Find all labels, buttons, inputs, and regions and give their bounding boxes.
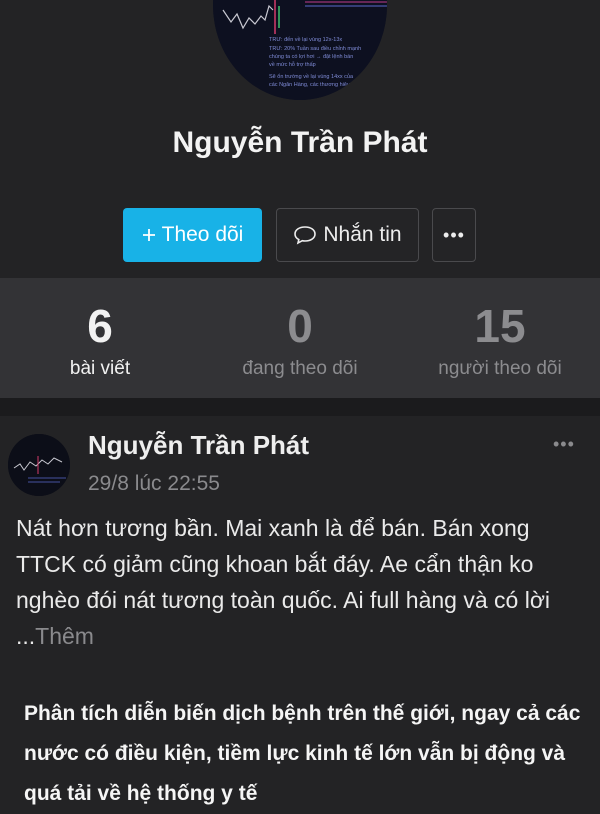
profile-avatar[interactable]: TRƯ: đến về lại vùng 12x-13x TRƯ: 20% Tu… xyxy=(213,0,387,100)
avatar-text-line: Sẽ ổn trường về lại vùng 14xx của xyxy=(269,73,354,80)
post-text: Nát hơn tương bần. Mai xanh là để bán. B… xyxy=(16,515,551,649)
avatar-text-line: các Ngân Hàng, các thương hiệu xyxy=(269,82,350,88)
section-divider xyxy=(0,398,600,416)
avatar-chart-image: TRƯ: đến về lại vùng 12x-13x TRƯ: 20% Tu… xyxy=(213,0,387,100)
post-more-options-button[interactable]: ••• xyxy=(553,434,575,455)
post-avatar-chart-image xyxy=(8,434,70,496)
message-button[interactable]: Nhắn tin xyxy=(276,208,419,262)
profile-stats: 6 bài viết 0 đang theo dõi 15 người theo… xyxy=(0,278,600,398)
avatar-text-line: TRƯ: 20% Tuần sau điều chỉnh mạnh xyxy=(269,45,361,52)
ellipsis-icon: ••• xyxy=(443,224,465,245)
stat-following[interactable]: 0 đang theo dõi xyxy=(200,278,400,398)
post-author-avatar[interactable] xyxy=(8,434,70,496)
more-options-button[interactable]: ••• xyxy=(432,208,476,262)
stat-followers-value: 15 xyxy=(474,300,526,352)
message-button-label: Nhắn tin xyxy=(323,223,402,246)
profile-header: TRƯ: đến về lại vùng 12x-13x TRƯ: 20% Tu… xyxy=(0,0,600,278)
see-more-link[interactable]: Thêm xyxy=(35,623,94,649)
plus-icon xyxy=(142,228,156,242)
stat-following-value: 0 xyxy=(287,300,313,352)
post-image-caption: Phân tích diễn biến dịch bệnh trên thế g… xyxy=(24,702,581,805)
follow-button-label: Theo dõi xyxy=(161,223,244,246)
post-body-text: Nát hơn tương bần. Mai xanh là để bán. B… xyxy=(16,510,588,654)
post-timestamp: 29/8 lúc 22:55 xyxy=(88,472,220,495)
stat-posts-value: 6 xyxy=(87,300,113,352)
stat-followers[interactable]: 15 người theo dõi xyxy=(400,278,600,398)
avatar-text-line: chúng ta có lợi hơi → đặt lệnh bán xyxy=(269,54,353,60)
avatar-text-line: TRƯ: đến về lại vùng 12x-13x xyxy=(269,37,342,43)
stat-followers-label: người theo dõi xyxy=(438,358,562,379)
stat-posts[interactable]: 6 bài viết xyxy=(0,278,200,398)
chat-bubble-icon xyxy=(293,225,317,245)
post-author-name[interactable]: Nguyễn Trần Phát xyxy=(88,430,309,461)
profile-name: Nguyễn Trần Phát xyxy=(172,126,428,159)
follow-button[interactable]: Theo dõi xyxy=(123,208,262,262)
stat-posts-label: bài viết xyxy=(69,358,131,379)
avatar-text-line: về mức hỗ trợ thấp xyxy=(269,61,316,68)
stat-following-label: đang theo dõi xyxy=(242,358,358,379)
post-card: Nguyễn Trần Phát 29/8 lúc 22:55 ••• Nát … xyxy=(0,416,600,805)
